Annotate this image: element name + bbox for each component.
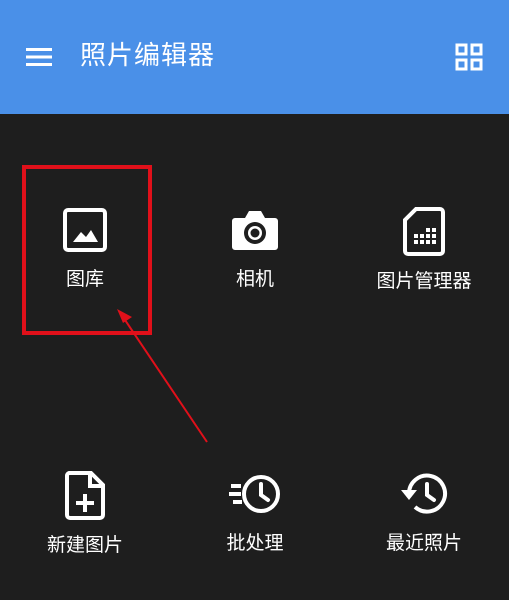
annotation-arrow [117, 309, 208, 443]
